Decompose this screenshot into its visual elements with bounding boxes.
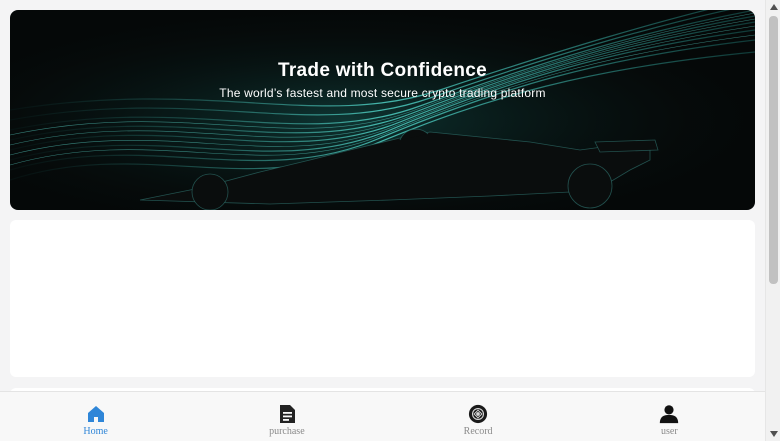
home-icon [86,404,106,424]
scrollbar-thumb[interactable] [769,16,778,284]
tab-record-label: Record [463,426,493,437]
tab-purchase[interactable]: purchase [191,392,382,441]
bottom-tab-bar: Home purchase Record user [0,391,765,441]
tab-home-label: Home [83,426,108,437]
banner-artwork [10,10,755,210]
scroll-up-arrow-icon[interactable] [766,0,780,14]
user-icon [659,404,679,424]
vertical-scrollbar[interactable] [765,0,780,441]
banner-subtitle: The world’s fastest and most secure cryp… [219,86,546,100]
hero-banner[interactable]: Trade with Confidence The world’s fastes… [10,10,755,210]
tab-user[interactable]: user [574,392,765,441]
page: Trade with Confidence The world’s fastes… [0,0,765,441]
scroll-down-arrow-icon[interactable] [766,427,780,441]
tab-user-label: user [661,426,678,437]
tab-home[interactable]: Home [0,392,191,441]
tab-record[interactable]: Record [383,392,574,441]
document-icon [277,404,297,424]
tab-purchase-label: purchase [269,426,305,437]
content-card [10,220,755,377]
record-icon [468,404,488,424]
banner-title: Trade with Confidence [278,60,487,81]
